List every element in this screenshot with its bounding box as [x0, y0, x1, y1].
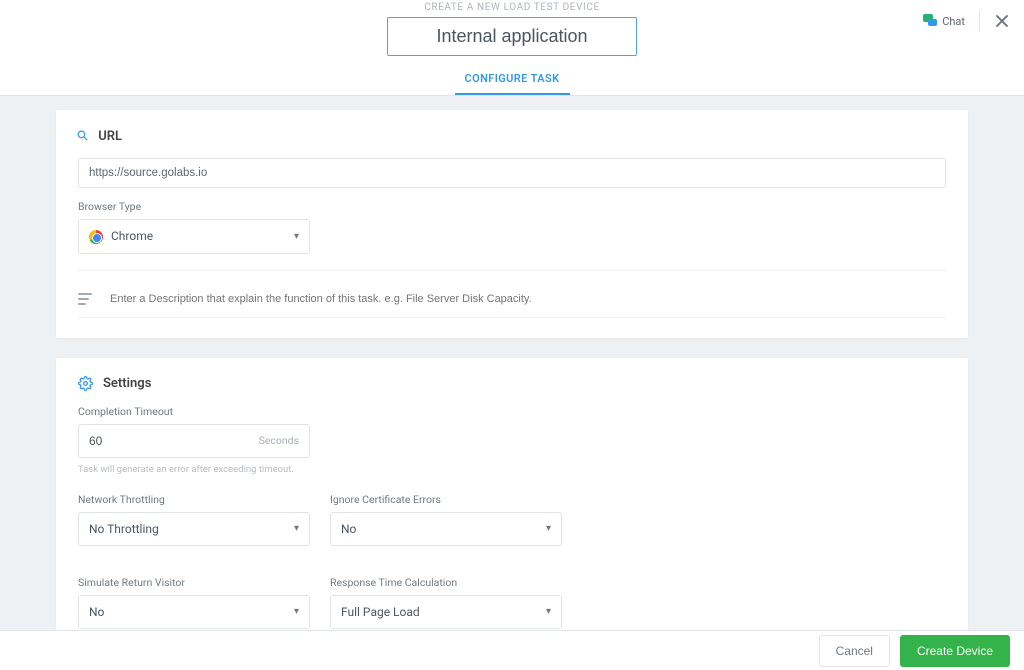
tab-configure-task[interactable]: CONFIGURE TASK: [455, 66, 570, 95]
chevron-down-icon: ▾: [294, 523, 299, 534]
url-input[interactable]: [78, 158, 946, 188]
browser-type-select[interactable]: Chrome ▾: [78, 219, 310, 254]
chevron-down-icon: ▾: [294, 606, 299, 617]
cancel-button[interactable]: Cancel: [819, 635, 890, 667]
completion-timeout-label: Completion Timeout: [78, 405, 946, 418]
close-icon[interactable]: [994, 13, 1010, 29]
completion-timeout-input[interactable]: [89, 425, 259, 457]
network-throttling-label: Network Throttling: [78, 493, 310, 506]
header-tabs: CONFIGURE TASK: [0, 66, 1024, 95]
simulate-return-label: Simulate Return Visitor: [78, 576, 310, 589]
footer-bar: Cancel Create Device: [0, 630, 1024, 670]
url-card: ⚲ URL Browser Type Chrome ▾: [56, 110, 968, 338]
network-throttling-select[interactable]: No Throttling ▾: [78, 512, 310, 546]
browser-type-label: Browser Type: [78, 200, 310, 213]
description-row: [78, 287, 946, 318]
chevron-down-icon: ▾: [294, 231, 299, 242]
network-throttling-value: No Throttling: [89, 522, 159, 536]
divider: [979, 10, 980, 32]
chevron-down-icon: ▾: [546, 606, 551, 617]
link-icon: ⚲: [74, 127, 93, 146]
description-input[interactable]: [110, 287, 946, 311]
completion-timeout-unit: Seconds: [259, 434, 299, 447]
chat-icon: [923, 14, 937, 28]
paragraph-icon: [78, 293, 92, 305]
header-supertitle: CREATE A NEW LOAD TEST DEVICE: [0, 2, 1024, 13]
response-time-select[interactable]: Full Page Load ▾: [330, 595, 562, 629]
chat-button[interactable]: Chat: [923, 14, 965, 28]
ignore-cert-value: No: [341, 522, 356, 536]
completion-timeout-field[interactable]: Seconds: [78, 424, 310, 458]
response-time-value: Full Page Load: [341, 605, 420, 619]
chrome-icon: [89, 230, 103, 244]
section-title-settings: Settings: [103, 376, 151, 391]
simulate-return-value: No: [89, 605, 104, 619]
chat-label: Chat: [942, 15, 965, 28]
chevron-down-icon: ▾: [546, 523, 551, 534]
simulate-return-select[interactable]: No ▾: [78, 595, 310, 629]
settings-card: Settings Completion Timeout Seconds Task…: [56, 358, 968, 644]
device-name-wrap: [0, 17, 1024, 56]
divider: [78, 270, 946, 271]
ignore-cert-label: Ignore Certificate Errors: [330, 493, 562, 506]
gear-icon: [78, 376, 93, 391]
section-title-url: URL: [98, 129, 122, 144]
header-actions: Chat: [923, 10, 1010, 32]
create-device-button[interactable]: Create Device: [900, 635, 1010, 667]
completion-timeout-hint: Task will generate an error after exceed…: [78, 464, 946, 475]
device-name-input[interactable]: [387, 17, 637, 56]
content-scroll[interactable]: ⚲ URL Browser Type Chrome ▾ Settings Co: [0, 96, 1024, 644]
page-header: CREATE A NEW LOAD TEST DEVICE CONFIGURE …: [0, 0, 1024, 96]
browser-type-value: Chrome: [111, 229, 153, 243]
ignore-cert-select[interactable]: No ▾: [330, 512, 562, 546]
response-time-label: Response Time Calculation: [330, 576, 562, 589]
